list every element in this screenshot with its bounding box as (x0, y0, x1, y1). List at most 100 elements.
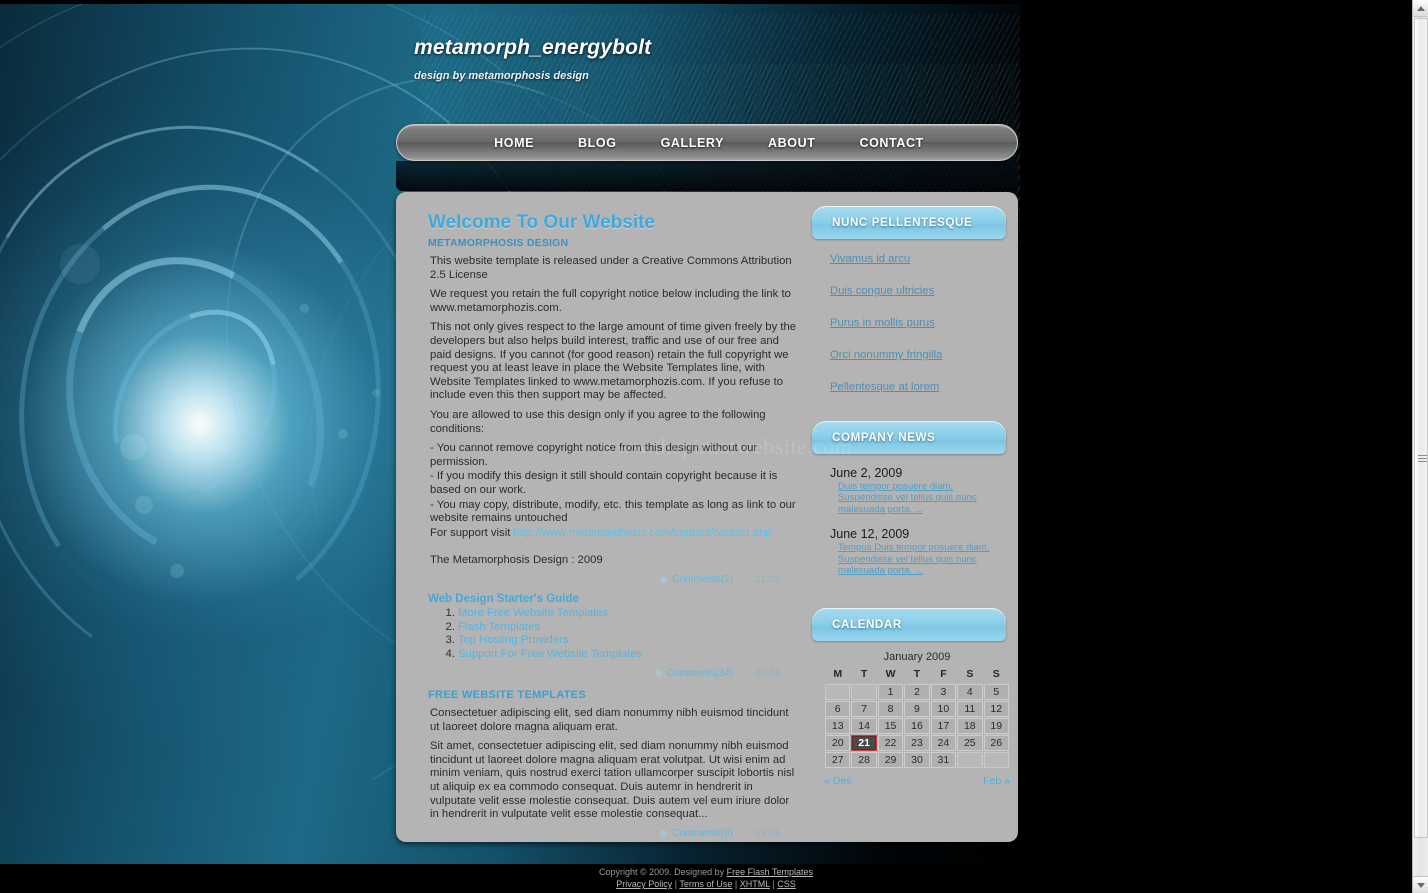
weekday-mon: M (833, 668, 843, 681)
footer-designer-link[interactable]: Free Flash Templates (727, 867, 813, 877)
footer-link-privacy-policy[interactable]: Privacy Policy (616, 879, 672, 889)
calendar-table[interactable]: January 2009 M T W T F S S 1 2 3 4 5 6 7… (824, 651, 1010, 769)
calendar-day-cell[interactable]: 20 (825, 735, 851, 752)
sidebar-link-2[interactable]: Duis congue ultricies (830, 285, 934, 297)
bg-bokeh (170, 564, 184, 578)
calendar-day-cell[interactable]: 1 (877, 684, 904, 701)
calendar-day-cell[interactable]: 16 (904, 718, 930, 735)
calendar-day-cell[interactable]: 30 (904, 752, 930, 769)
comment-bubble-icon (660, 575, 668, 583)
calendar-next-month-link[interactable]: Feb » (983, 775, 1010, 787)
page-root: metamorph_energybolt design by metamorph… (0, 0, 1428, 893)
signature-line: The Metamorphosis Design : 2009 (430, 554, 603, 567)
sidebar-link-4[interactable]: Orci nonummy fringilla (830, 349, 942, 361)
page-title: Welcome To Our Website (428, 212, 655, 233)
calendar-day-cell[interactable]: 29 (877, 752, 904, 769)
scroll-down-button[interactable] (1413, 876, 1428, 893)
calendar-day-cell[interactable]: 19 (983, 718, 1009, 735)
footer-link-xhtml[interactable]: XHTML (740, 879, 770, 889)
weekday-fri: F (940, 668, 947, 681)
footer-copyright-text: Copyright © 2009. Designed by (598, 867, 727, 877)
conditions-intro: You are allowed to use this design only … (430, 408, 766, 435)
calendar-day-today[interactable]: 21 (851, 735, 877, 752)
support-prefix-text: For support visit (430, 526, 514, 539)
post3-paragraph-2: Sit amet, consectetuer adipiscing elit, … (430, 740, 795, 821)
list-item: Vivamus id arcu (830, 249, 1000, 267)
nav-item-gallery[interactable]: GALLERY (639, 130, 746, 156)
calendar-day-cell[interactable]: 17 (930, 718, 957, 735)
news-excerpt-link[interactable]: Tempus Duis tempor posuere diam. Suspend… (838, 542, 1000, 576)
main-column: Welcome To Our Website METAMORPHOSIS DES… (410, 206, 806, 839)
post-meta-2: Comments(34) 22:04 (410, 668, 780, 679)
calendar-day-cell[interactable]: 18 (957, 718, 983, 735)
calendar-day-cell[interactable]: 3 (930, 684, 957, 701)
calendar-day-cell[interactable]: 9 (904, 701, 930, 718)
calendar-day-cell[interactable]: 13 (825, 718, 851, 735)
post-title-free-website-templates: FREE WEBSITE TEMPLATES (428, 689, 586, 702)
scroll-up-button[interactable] (1413, 0, 1428, 17)
vertical-scrollbar[interactable] (1412, 0, 1428, 893)
list-item: Flash Templates (458, 621, 798, 635)
calendar-day-cell[interactable]: 11 (957, 701, 983, 718)
comments-link[interactable]: Comments(2) (672, 574, 733, 585)
calendar-body: 1 2 3 4 5 6 7 8 9 10 11 12 13 14 15 16 17 18 19 20 21 22 23 24 2… (825, 684, 1009, 769)
bg-bokeh (60, 244, 100, 284)
guide-link-4[interactable]: Support For Free Website Templates (458, 648, 642, 660)
bg-arc (0, 161, 409, 647)
calendar-day-cell[interactable]: 28 (851, 752, 877, 769)
guide-link-1[interactable]: More Free Website Templates (458, 607, 608, 619)
intro-paragraph-1: This website template is released under … (430, 255, 792, 281)
calendar-empty-cell (851, 684, 877, 701)
nav-item-contact[interactable]: CONTACT (837, 130, 945, 156)
calendar-day-cell[interactable]: 4 (957, 684, 983, 701)
calendar-day-cell[interactable]: 26 (983, 735, 1009, 752)
calendar-day-cell[interactable]: 6 (825, 701, 851, 718)
support-contact-link[interactable]: http://www.metamorphozis.com/contact/con… (514, 527, 772, 539)
news-excerpt-link[interactable]: Duis tempor posuere diam. Suspendisse ve… (838, 481, 1000, 515)
calendar-day-cell[interactable]: 5 (983, 684, 1009, 701)
sidebar-link-1[interactable]: Vivamus id arcu (830, 253, 910, 265)
bg-bokeh (372, 389, 380, 397)
widget-body: Vivamus id arcu Duis congue ultricies Pu… (812, 239, 1006, 415)
weekday-tue: T (860, 668, 868, 681)
calendar-day-cell[interactable]: 24 (930, 735, 957, 752)
calendar-day-cell[interactable]: 22 (877, 735, 904, 752)
comment-bubble-icon (660, 829, 668, 837)
triangle-down-icon (1417, 882, 1425, 888)
post-meta-3: Comments(6) 13:46 (410, 828, 780, 839)
weekday-sun: S (992, 668, 1000, 681)
sidebar-link-5[interactable]: Pellentesque at lorem (830, 381, 939, 393)
news-date: June 2, 2009 (830, 466, 903, 480)
post-meta-1: Comments(2) 21:02 (410, 574, 780, 585)
widget-body: January 2009 M T W T F S S 1 2 3 4 5 6 7… (812, 641, 1010, 793)
comments-link[interactable]: Comments(6) (672, 828, 733, 839)
calendar-prev-month-link[interactable]: « Des (824, 775, 851, 787)
calendar-day-cell[interactable]: 8 (877, 701, 904, 718)
nav-item-about[interactable]: ABOUT (746, 130, 837, 156)
calendar-caption: January 2009 (883, 651, 951, 664)
guide-link-3[interactable]: Top Hosting Providers (458, 634, 569, 646)
calendar-day-cell[interactable]: 27 (825, 752, 851, 769)
calendar-day-cell[interactable]: 7 (851, 701, 877, 718)
list-item: Orci nonummy fringilla (830, 345, 1000, 363)
widget-title: CALENDAR (832, 618, 902, 632)
calendar-day-cell[interactable]: 12 (983, 701, 1009, 718)
sidebar-link-list: Vivamus id arcu Duis congue ultricies Pu… (830, 249, 1000, 395)
nav-item-home[interactable]: HOME (472, 130, 556, 156)
intro-paragraph-2: We request you retain the full copyright… (430, 288, 791, 314)
scrollbar-thumb[interactable] (1414, 18, 1428, 838)
sidebar-link-3[interactable]: Purus in mollis purus (830, 317, 935, 329)
comments-link[interactable]: Comments(34) (667, 668, 733, 679)
calendar-day-cell[interactable]: 25 (957, 735, 983, 752)
scrollbar-grip-icon (1418, 455, 1427, 462)
calendar-day-cell[interactable]: 10 (930, 701, 957, 718)
calendar-day-cell[interactable]: 14 (851, 718, 877, 735)
calendar-day-cell[interactable]: 23 (904, 735, 930, 752)
calendar-day-cell[interactable]: 31 (930, 752, 957, 769)
footer-link-css[interactable]: CSS (777, 879, 796, 889)
nav-item-blog[interactable]: BLOG (556, 130, 639, 156)
footer-link-terms-of-use[interactable]: Terms of Use (679, 879, 732, 889)
calendar-day-cell[interactable]: 15 (877, 718, 904, 735)
guide-link-2[interactable]: Flash Templates (458, 621, 540, 633)
calendar-day-cell[interactable]: 2 (904, 684, 930, 701)
